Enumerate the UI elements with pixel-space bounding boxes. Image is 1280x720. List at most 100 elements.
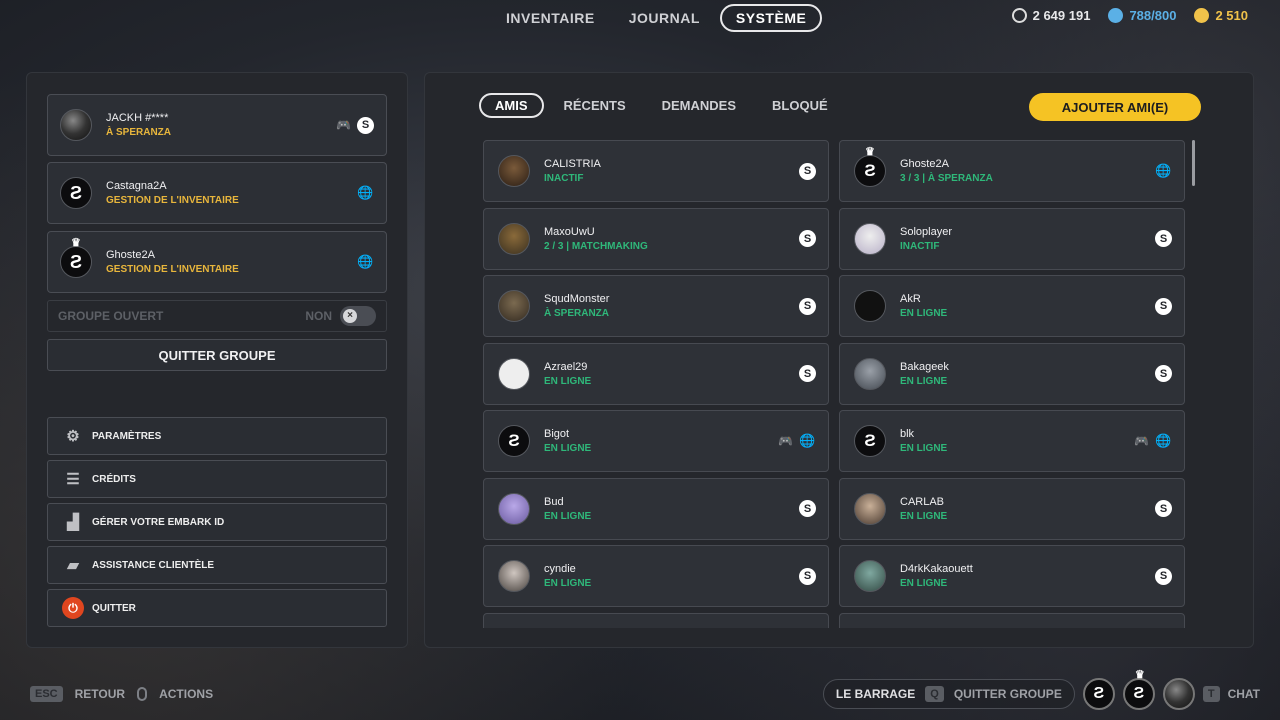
- tab-recent[interactable]: RÉCENTS: [548, 93, 642, 118]
- avatar: [854, 222, 886, 255]
- party-avatar[interactable]: Ƨ: [1082, 678, 1115, 710]
- friend-card[interactable]: AkR EN LIGNE S: [839, 275, 1185, 337]
- friend-name: Ghoste2A: [900, 158, 949, 170]
- crown-icon: ♛: [1134, 669, 1145, 681]
- coins: 2 649 191: [1011, 8, 1090, 23]
- chat-label: CHAT: [1227, 687, 1260, 701]
- friend-status: À SPERANZA: [544, 308, 610, 319]
- friends-list: CALISTRIA INACTIF S Ƨ ♛ Ghoste2A 3 / 3 | À SPE…: [483, 140, 1185, 628]
- steam-icon: S: [799, 500, 816, 517]
- boot-icon: ▟: [67, 514, 79, 531]
- avatar: Ƨ: [854, 425, 886, 457]
- avatar: [854, 492, 886, 525]
- friend-card[interactable]: [839, 612, 1185, 628]
- friend-name: cyndie: [544, 563, 576, 575]
- embark-id-label: GÉRER VOTRE EMBARK ID: [92, 516, 225, 528]
- scrollbar[interactable]: [1192, 140, 1195, 186]
- friend-card[interactable]: D4rkKakaouett EN LIGNE S: [839, 545, 1185, 607]
- friend-card[interactable]: [483, 612, 829, 628]
- open-group-switch[interactable]: ×: [340, 306, 376, 326]
- friends-tabs: AMIS RÉCENTS DEMANDES BLOQUÉ: [479, 93, 844, 118]
- friend-status: EN LIGNE: [900, 443, 948, 454]
- barrage-label: LE BARRAGE: [835, 687, 916, 701]
- actions-label[interactable]: ACTIONS: [159, 687, 213, 701]
- friend-name: Bud: [544, 495, 564, 508]
- quit-group-button[interactable]: QUITTER GROUPE: [47, 339, 387, 371]
- friend-name: blk: [900, 428, 915, 440]
- party-panel: JACKH #**** À SPERANZA 🎮 S Ƨ Castagna2A …: [26, 72, 408, 648]
- friend-card[interactable]: Ƨblk EN LIGNE 🎮 🌐: [839, 410, 1185, 472]
- party-member[interactable]: Ƨ ♛ Ghoste2A GESTION DE L'INVENTAIRE 🌐: [47, 231, 387, 293]
- friend-card[interactable]: Bud EN LIGNE S: [483, 477, 829, 540]
- globe-icon: 🌐: [1155, 433, 1172, 448]
- party-member[interactable]: JACKH #**** À SPERANZA 🎮 S: [47, 94, 387, 156]
- party-avatar[interactable]: [1162, 678, 1195, 710]
- list-icon: ☰: [66, 471, 80, 488]
- friend-name: SqudMonster: [544, 293, 610, 305]
- tab-journal[interactable]: JOURNAL: [615, 4, 714, 32]
- chat-hint[interactable]: T CHAT: [1202, 686, 1260, 702]
- friend-name: Azrael29: [544, 360, 588, 373]
- quit-button[interactable]: ⏻ QUITTER: [47, 589, 387, 627]
- steam-icon: S: [799, 365, 816, 382]
- tab-requests[interactable]: DEMANDES: [646, 93, 752, 118]
- credits-button[interactable]: ☰ CRÉDITS: [47, 460, 387, 498]
- add-friend-button[interactable]: AJOUTER AMI(E): [1029, 93, 1201, 121]
- power-icon: ⏻: [62, 597, 84, 619]
- steam-icon: S: [799, 567, 816, 585]
- friend-status: INACTIF: [900, 240, 940, 252]
- globe-icon: 🌐: [357, 185, 374, 200]
- friend-name: CALISTRIA: [544, 158, 601, 170]
- avatar: Ƨ ♛: [854, 146, 886, 187]
- friend-card[interactable]: Bakageek EN LIGNE S: [839, 342, 1185, 405]
- quit-label: QUITTER: [92, 602, 136, 614]
- friend-card[interactable]: cyndie EN LIGNE S: [483, 545, 829, 607]
- member-status: GESTION DE L'INVENTAIRE: [106, 264, 239, 275]
- friend-status: EN LIGNE: [544, 443, 592, 454]
- friend-card[interactable]: Azrael29 EN LIGNE S: [483, 342, 829, 405]
- member-name: Castagna2A: [106, 180, 167, 192]
- friend-name: CARLAB: [900, 495, 945, 508]
- friend-card[interactable]: Ƨ ♛ Ghoste2A 3 / 3 | À SPERANZA 🌐: [839, 140, 1185, 202]
- friend-card[interactable]: Ƨ Bigot EN LIGNE 🎮 🌐: [483, 410, 829, 472]
- discord-icon: 🎮: [336, 118, 351, 132]
- friend-status: INACTIF: [544, 173, 584, 184]
- friend-name: Soloplayer: [900, 225, 952, 238]
- tokens-value: 788/800: [1129, 8, 1177, 23]
- gear-icon: ⚙: [66, 428, 80, 445]
- close-icon: ×: [343, 309, 357, 323]
- friend-name: Bigot: [544, 428, 570, 440]
- tab-system[interactable]: SYSTÈME: [719, 4, 823, 32]
- friend-status: EN LIGNE: [544, 510, 592, 522]
- embark-id-button[interactable]: ▟ GÉRER VOTRE EMBARK ID: [47, 503, 387, 541]
- quit-group-hint[interactable]: QUITTER GROUPE: [954, 687, 1062, 701]
- friend-card[interactable]: MaxoUwU 2 / 3 | MATCHMAKING S: [483, 207, 829, 270]
- member-status: GESTION DE L'INVENTAIRE: [106, 195, 239, 206]
- friend-name: AkR: [900, 293, 921, 305]
- friend-card[interactable]: CARLAB EN LIGNE S: [839, 477, 1185, 540]
- avatar: [60, 109, 92, 141]
- tab-inventory[interactable]: INVENTAIRE: [492, 4, 609, 32]
- support-button[interactable]: ▰ ASSISTANCE CLIENTÈLE: [47, 546, 387, 584]
- back-label[interactable]: RETOUR: [75, 687, 125, 701]
- chat-icon: ▰: [67, 557, 79, 574]
- steam-icon: S: [799, 230, 816, 247]
- mouse-icon: [137, 687, 148, 701]
- steam-icon: S: [1155, 230, 1172, 247]
- steam-icon: S: [1155, 297, 1172, 315]
- party-avatar[interactable]: Ƨ ♛: [1122, 669, 1155, 710]
- bottom-hints: ESC RETOUR ACTIONS: [30, 686, 213, 702]
- bottom-party-bar: LE BARRAGE Q QUITTER GROUPE Ƨ Ƨ ♛ T CHAT: [822, 669, 1260, 710]
- friend-card[interactable]: Soloplayer INACTIF S: [839, 207, 1185, 270]
- avatar: [854, 560, 886, 592]
- friend-card[interactable]: SqudMonster À SPERANZA S: [483, 275, 829, 337]
- tab-friends[interactable]: AMIS: [479, 93, 544, 118]
- q-key: Q: [925, 686, 944, 702]
- party-member[interactable]: Ƨ Castagna2A GESTION DE L'INVENTAIRE 🌐: [47, 162, 387, 224]
- avatar: [498, 492, 530, 525]
- steam-icon: S: [799, 297, 816, 315]
- friend-card[interactable]: CALISTRIA INACTIF S: [483, 140, 829, 202]
- settings-button[interactable]: ⚙ PARAMÈTRES: [47, 417, 387, 455]
- tab-blocked[interactable]: BLOQUÉ: [756, 93, 844, 118]
- steam-icon: S: [1155, 500, 1172, 517]
